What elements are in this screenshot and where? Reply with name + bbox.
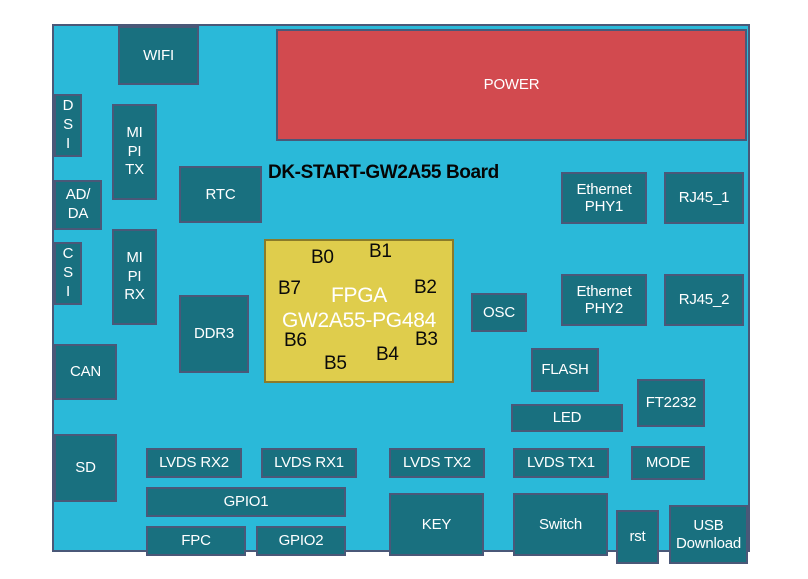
block-ddr3[interactable]: DDR3	[179, 295, 249, 373]
block-rj45-1[interactable]: RJ45_1	[664, 172, 744, 224]
block-lvds-tx2[interactable]: LVDS TX2	[389, 448, 485, 478]
fpga-bank-b7: B7	[278, 278, 301, 299]
block-mipi-rx[interactable]: MI PI RX	[112, 229, 157, 325]
block-gpio1[interactable]: GPIO1	[146, 487, 346, 517]
block-sd[interactable]: SD	[54, 434, 117, 502]
block-switch[interactable]: Switch	[513, 493, 608, 556]
block-mipi-tx[interactable]: MI PI TX	[112, 104, 157, 200]
block-ethernet-phy1[interactable]: Ethernet PHY1	[561, 172, 647, 224]
fpga-bank-b4: B4	[376, 344, 399, 365]
block-rst[interactable]: rst	[616, 510, 659, 564]
block-dsi[interactable]: D S I	[54, 94, 82, 157]
board-diagram-canvas: DK-START-GW2A55 Board WIFI POWER D S I A…	[0, 0, 808, 579]
block-usb-download[interactable]: USB Download	[669, 505, 748, 564]
block-can[interactable]: CAN	[54, 344, 117, 400]
block-power[interactable]: POWER	[276, 29, 747, 141]
block-osc[interactable]: OSC	[471, 293, 527, 332]
block-fpc[interactable]: FPC	[146, 526, 246, 556]
page-title: DK-START-GW2A55 Board	[268, 162, 499, 183]
block-rj45-2[interactable]: RJ45_2	[664, 274, 744, 326]
block-fpga[interactable]: FPGA GW2A55-PG484 B0 B1 B2 B3 B4 B5 B6 B…	[264, 239, 454, 383]
block-key[interactable]: KEY	[389, 493, 484, 556]
fpga-bank-b5: B5	[324, 353, 347, 374]
fpga-bank-b2: B2	[414, 277, 437, 298]
block-wifi[interactable]: WIFI	[118, 26, 199, 85]
block-flash[interactable]: FLASH	[531, 348, 599, 392]
block-gpio2[interactable]: GPIO2	[256, 526, 346, 556]
fpga-bank-b3: B3	[415, 329, 438, 350]
pcb-board-substrate: DK-START-GW2A55 Board WIFI POWER D S I A…	[52, 24, 750, 564]
block-rtc[interactable]: RTC	[179, 166, 262, 223]
block-ethernet-phy2[interactable]: Ethernet PHY2	[561, 274, 647, 326]
block-mode[interactable]: MODE	[631, 446, 705, 480]
block-csi[interactable]: C S I	[54, 242, 82, 305]
fpga-bank-b6: B6	[284, 330, 307, 351]
fpga-bank-b1: B1	[369, 241, 392, 262]
block-ft2232[interactable]: FT2232	[637, 379, 705, 427]
block-led[interactable]: LED	[511, 404, 623, 432]
fpga-bank-b0: B0	[311, 247, 334, 268]
block-lvds-rx2[interactable]: LVDS RX2	[146, 448, 242, 478]
block-lvds-rx1[interactable]: LVDS RX1	[261, 448, 357, 478]
block-lvds-tx1[interactable]: LVDS TX1	[513, 448, 609, 478]
block-ad-da[interactable]: AD/ DA	[54, 180, 102, 230]
